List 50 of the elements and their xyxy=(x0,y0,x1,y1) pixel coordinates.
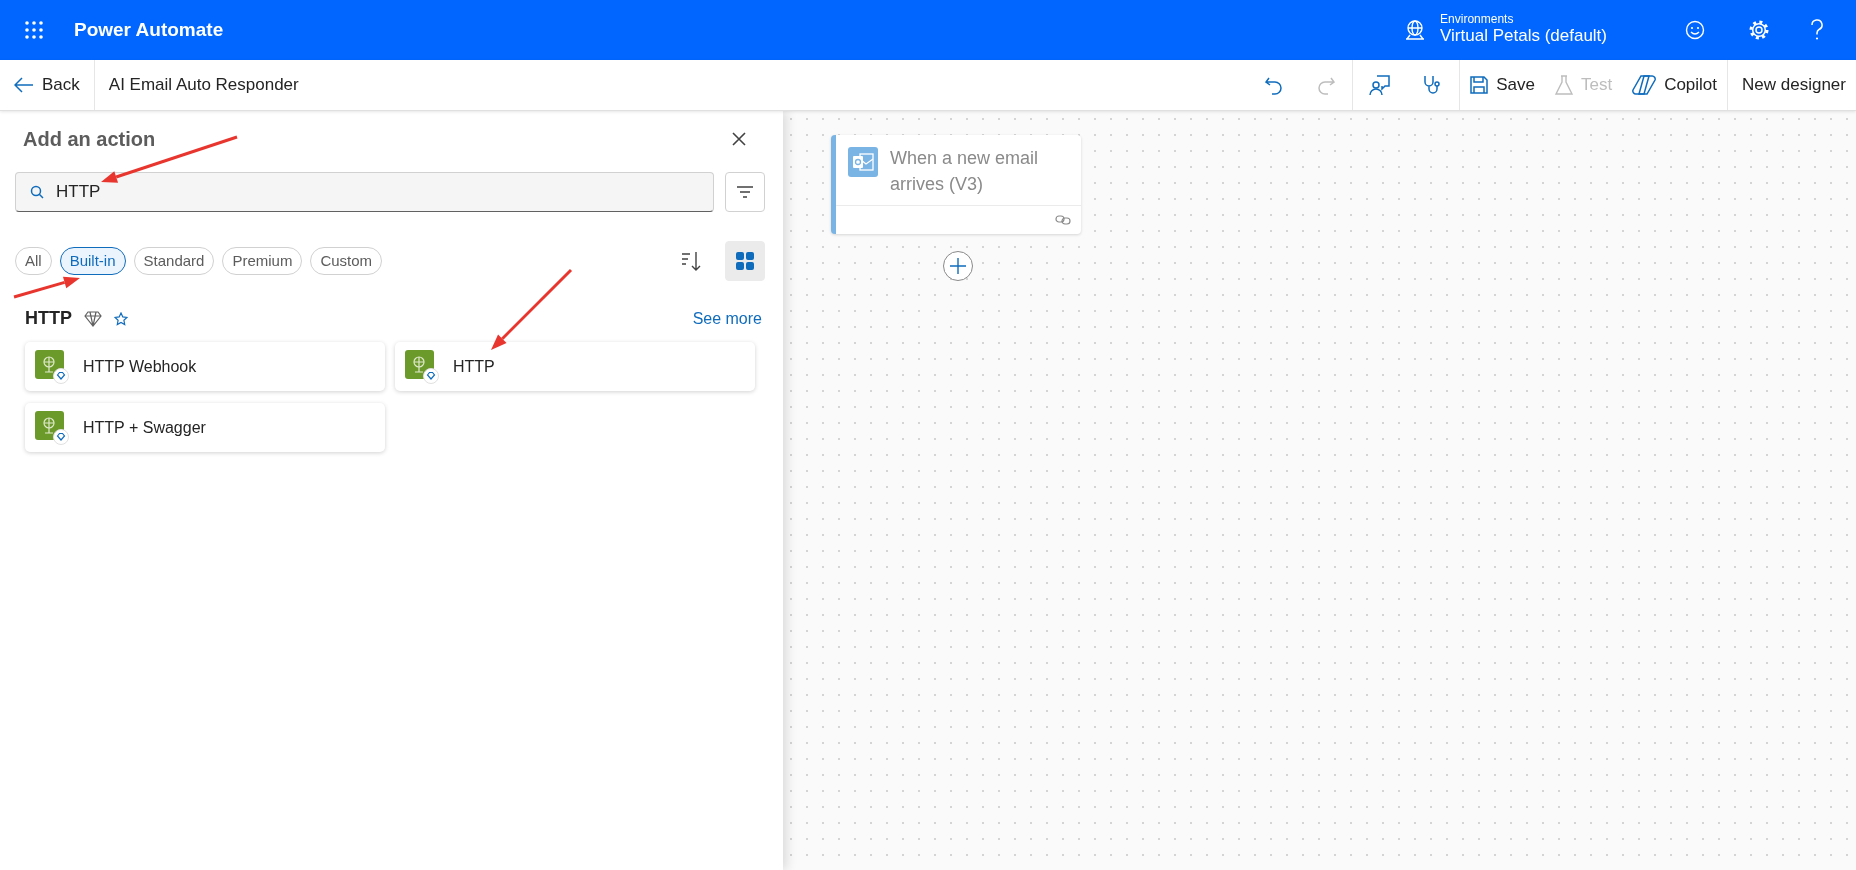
filter-chip[interactable]: Built-in xyxy=(59,247,126,275)
see-more-link[interactable]: See more xyxy=(692,306,762,331)
action-card[interactable]: HTTP + Swagger xyxy=(25,403,385,452)
flow-name: AI Email Auto Responder xyxy=(108,74,299,97)
designer-label: New designer xyxy=(1742,74,1846,97)
flask-icon xyxy=(1554,75,1573,95)
settings-icon[interactable] xyxy=(1748,19,1770,41)
diamond-icon xyxy=(84,310,102,327)
undo-icon xyxy=(1264,75,1285,95)
filter-chip[interactable]: Custom xyxy=(310,247,383,275)
action-card[interactable]: HTTP Webhook xyxy=(25,342,385,391)
mail-icon xyxy=(848,147,878,177)
link-icon xyxy=(1055,214,1071,227)
action-card[interactable]: HTTP xyxy=(395,342,755,391)
star-icon[interactable] xyxy=(114,311,128,326)
sort-icon xyxy=(680,250,702,272)
grid-view-button[interactable] xyxy=(725,241,765,281)
search-icon xyxy=(30,185,44,199)
person-chat-icon xyxy=(1369,74,1392,96)
search-field[interactable]: HTTP xyxy=(15,172,714,212)
copilot-icon xyxy=(1632,74,1657,96)
trigger-card[interactable]: When a new email arrives (V3) xyxy=(831,135,1081,235)
trigger-title: When a new email arrives (V3) xyxy=(890,147,1040,197)
back-arrow-icon xyxy=(14,77,34,93)
copilot-button[interactable]: Copilot xyxy=(1622,60,1728,110)
globe-action-icon xyxy=(35,410,69,445)
environment-name[interactable]: Virtual Petals (default) xyxy=(1440,26,1607,47)
plus-icon xyxy=(949,257,967,275)
add-step-button[interactable] xyxy=(943,251,973,281)
annotation-arrow xyxy=(13,276,80,299)
connector-title: HTTP xyxy=(25,307,72,330)
grid-icon xyxy=(735,251,755,271)
close-icon[interactable] xyxy=(731,131,747,147)
app-launcher-icon[interactable] xyxy=(24,20,44,40)
globe-action-icon xyxy=(35,349,69,384)
environments-label: Environments xyxy=(1440,13,1515,27)
help-icon[interactable] xyxy=(1810,19,1824,41)
redo-icon xyxy=(1316,75,1337,95)
globe-action-icon xyxy=(405,349,439,384)
back-button[interactable]: Back xyxy=(0,60,94,110)
globe-icon[interactable] xyxy=(1404,19,1427,41)
save-button[interactable]: Save xyxy=(1460,60,1545,110)
filter-chip[interactable]: Standard xyxy=(133,247,215,275)
filter-button[interactable] xyxy=(725,172,765,212)
filter-chip[interactable]: Premium xyxy=(222,247,303,275)
filter-chip[interactable]: All xyxy=(15,247,52,275)
filter-icon xyxy=(736,185,754,199)
smiley-icon[interactable] xyxy=(1685,20,1705,40)
panel-title: Add an action xyxy=(23,127,156,152)
app-title: Power Automate xyxy=(74,17,224,42)
